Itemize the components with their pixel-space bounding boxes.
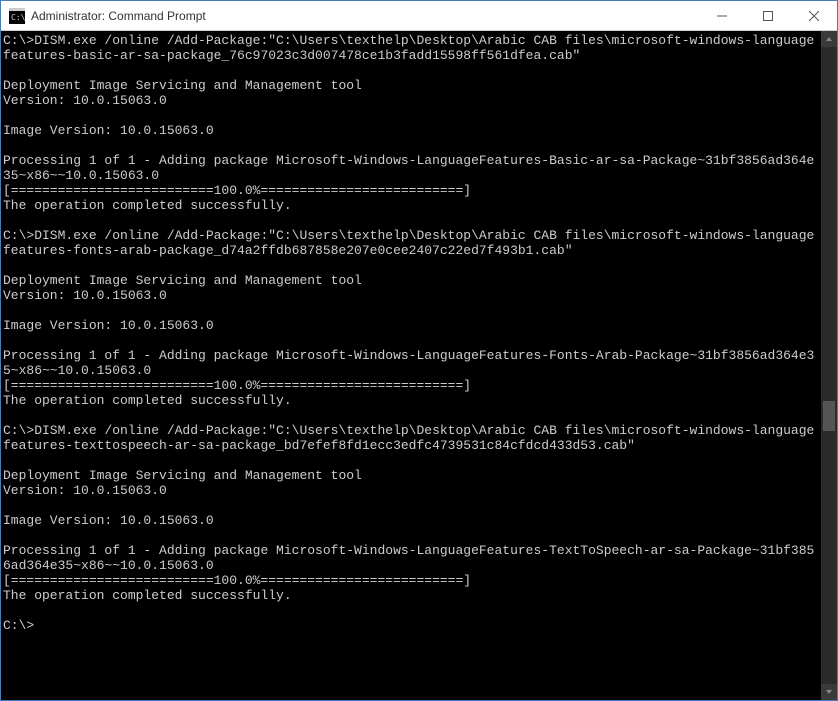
scroll-down-arrow[interactable] xyxy=(821,684,837,700)
scroll-thumb[interactable] xyxy=(823,401,835,431)
vertical-scrollbar[interactable] xyxy=(821,31,837,700)
close-button[interactable] xyxy=(791,1,837,31)
scroll-up-arrow[interactable] xyxy=(821,31,837,47)
window-title: Administrator: Command Prompt xyxy=(31,9,206,23)
terminal-area: C:\>DISM.exe /online /Add-Package:"C:\Us… xyxy=(1,31,837,700)
svg-text:C:\: C:\ xyxy=(11,13,25,22)
minimize-button[interactable] xyxy=(699,1,745,31)
terminal-output[interactable]: C:\>DISM.exe /online /Add-Package:"C:\Us… xyxy=(1,31,821,700)
maximize-button[interactable] xyxy=(745,1,791,31)
cmd-icon: C:\ xyxy=(9,8,25,24)
window-titlebar[interactable]: C:\ Administrator: Command Prompt xyxy=(1,1,837,31)
